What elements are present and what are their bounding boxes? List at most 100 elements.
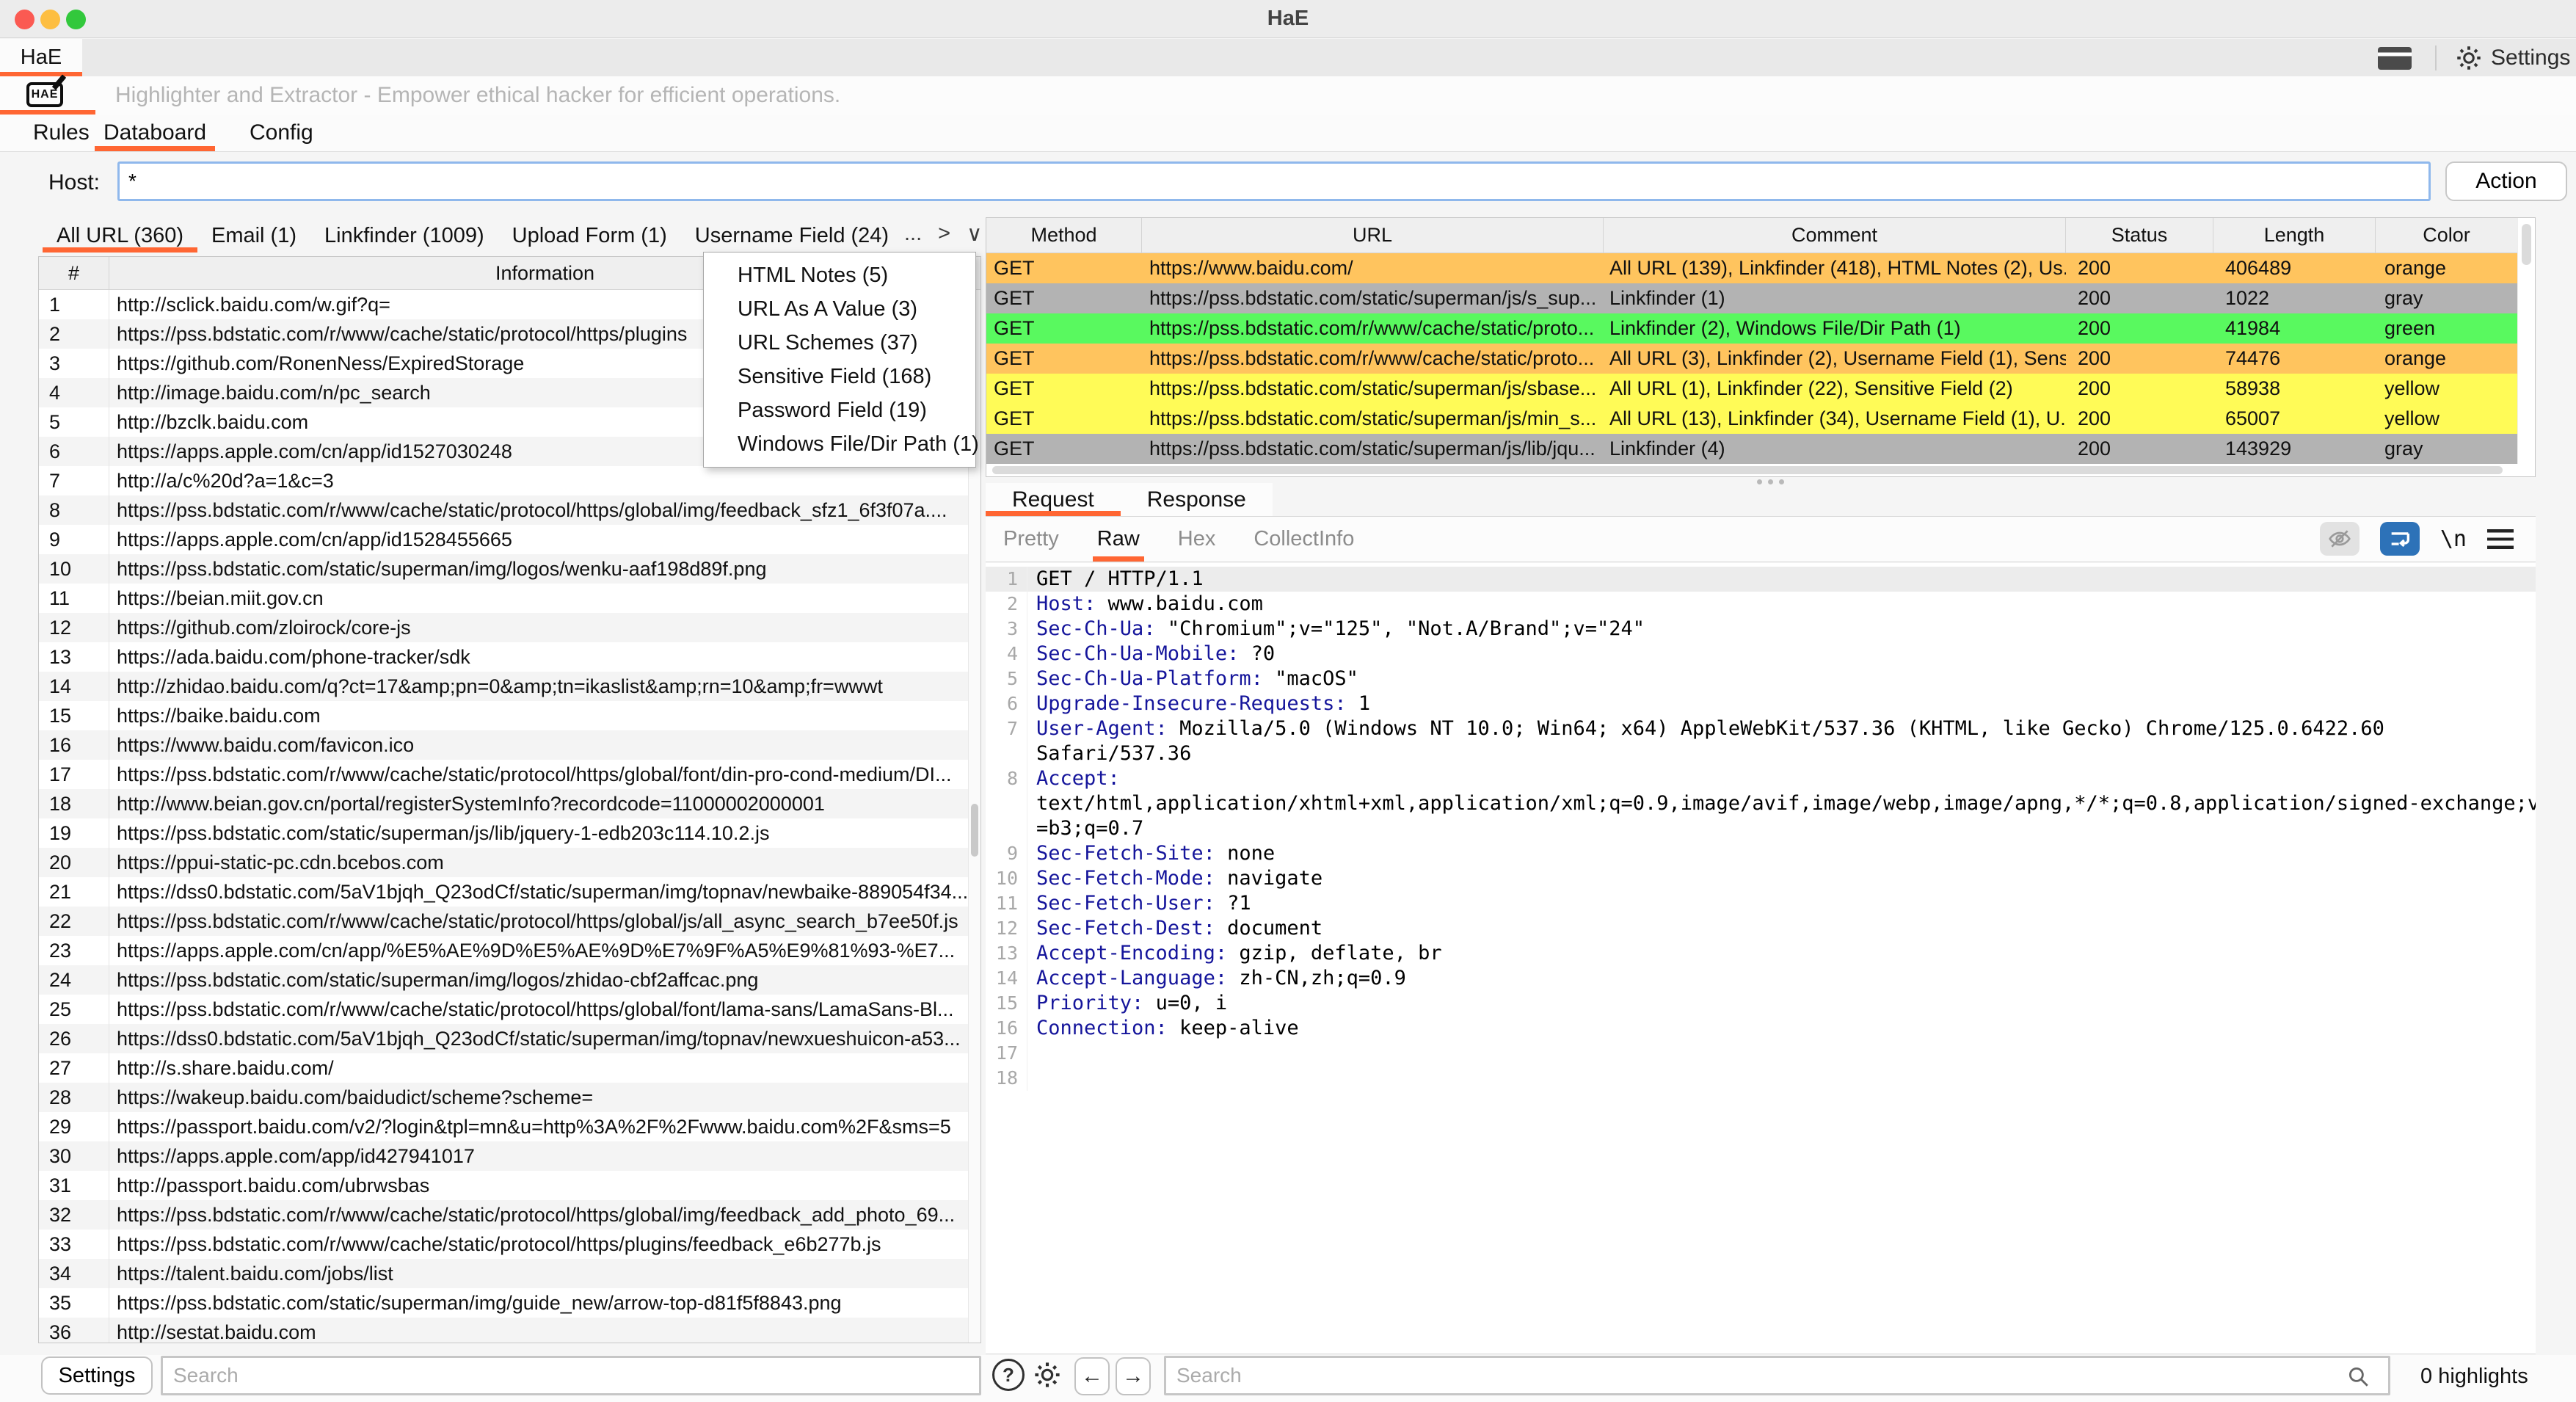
table-row[interactable]: 30https://apps.apple.com/app/id427941017 [39,1141,980,1171]
table-row[interactable]: GEThttps://pss.bdstatic.com/static/super… [986,434,2535,464]
tab-hex[interactable]: Hex [1174,517,1220,562]
cell-color: yellow [2376,374,2517,404]
column-header-status[interactable]: Status [2066,218,2213,253]
host-input[interactable] [117,161,2431,201]
tab-collectinfo[interactable]: CollectInfo [1249,517,1358,562]
left-tab[interactable]: Upload Form (1) [498,219,681,253]
layout-icon[interactable] [2378,47,2412,70]
scrollbar-thumb[interactable] [2522,224,2531,265]
table-row[interactable]: 22https://pss.bdstatic.com/r/www/cache/s… [39,907,980,936]
column-header-method[interactable]: Method [986,218,1142,253]
table-row[interactable]: 21https://dss0.bdstatic.com/5aV1bjqh_Q23… [39,877,980,907]
action-button[interactable]: Action [2445,161,2567,201]
table-row[interactable]: 14http://zhidao.baidu.com/q?ct=17&amp;pn… [39,672,980,701]
traffic-table-vscrollbar[interactable] [2517,218,2535,464]
row-url: http://www.beian.gov.cn/portal/registerS… [109,789,980,818]
table-row[interactable]: 11https://beian.miit.gov.cn [39,584,980,613]
next-match-button[interactable]: → [1116,1357,1151,1395]
code-line: Safari/537.36 [986,741,2536,766]
table-row[interactable]: 20https://ppui-static-pc.cdn.bcebos.com [39,848,980,877]
help-button[interactable]: ? [992,1359,1025,1391]
table-row[interactable]: 17https://pss.bdstatic.com/r/www/cache/s… [39,760,980,789]
toggle-visibility-button[interactable] [2320,522,2359,556]
table-row[interactable]: 18http://www.beian.gov.cn/portal/registe… [39,789,980,818]
overflow-dots[interactable]: ... [904,222,922,246]
editor-search-input[interactable] [1164,1356,2390,1395]
table-row[interactable]: 9https://apps.apple.com/cn/app/id1528455… [39,525,980,554]
dropdown-item[interactable]: HTML Notes (5) [704,258,975,292]
tab-raw[interactable]: Raw [1093,517,1144,562]
tab-config[interactable]: Config [250,115,313,151]
cell-color: green [2376,313,2517,344]
editor-menu-icon[interactable] [2487,529,2514,549]
table-row[interactable]: 33https://pss.bdstatic.com/r/www/cache/s… [39,1230,980,1259]
dropdown-item[interactable]: URL As A Value (3) [704,292,975,326]
settings-button[interactable]: Settings [2456,39,2570,76]
table-row[interactable]: 26https://dss0.bdstatic.com/5aV1bjqh_Q23… [39,1024,980,1053]
code-line: 9Sec-Fetch-Site: none [986,841,2536,866]
left-tab[interactable]: Email (1) [197,219,310,253]
previous-match-button[interactable]: ← [1074,1357,1110,1395]
table-row[interactable]: 28https://wakeup.baidu.com/baidudict/sch… [39,1083,980,1112]
table-row[interactable]: 31http://passport.baidu.com/ubrwsbas [39,1171,980,1200]
table-row[interactable]: GEThttps://pss.bdstatic.com/r/www/cache/… [986,313,2535,344]
table-row[interactable]: 12https://github.com/zloirock/core-js [39,613,980,642]
table-row[interactable]: 23https://apps.apple.com/cn/app/%E5%AE%9… [39,936,980,965]
header-name: Sec-Fetch-User: [1036,892,1215,915]
tab-pretty[interactable]: Pretty [999,517,1063,562]
row-index: 24 [39,965,109,995]
chevron-down-icon[interactable]: ∨ [967,221,982,247]
table-row[interactable]: 24https://pss.bdstatic.com/static/superm… [39,965,980,995]
table-row[interactable]: 35https://pss.bdstatic.com/static/superm… [39,1288,980,1318]
column-header-length[interactable]: Length [2213,218,2376,253]
eye-slash-icon [2326,527,2353,551]
left-tab[interactable]: All URL (360) [43,219,197,253]
dropdown-item[interactable]: Sensitive Field (168) [704,360,975,393]
table-row[interactable]: GEThttps://pss.bdstatic.com/static/super… [986,283,2535,313]
column-header-comment[interactable]: Comment [1604,218,2066,253]
left-search-input[interactable] [161,1356,981,1395]
table-row[interactable]: 19https://pss.bdstatic.com/static/superm… [39,818,980,848]
table-row[interactable]: GEThttps://pss.bdstatic.com/r/www/cache/… [986,344,2535,374]
table-row[interactable]: 13https://ada.baidu.com/phone-tracker/sd… [39,642,980,672]
row-url: https://www.baidu.com/favicon.ico [109,730,980,760]
table-row[interactable]: 34https://talent.baidu.com/jobs/list [39,1259,980,1288]
row-url: https://dss0.bdstatic.com/5aV1bjqh_Q23od… [109,877,980,907]
dropdown-item[interactable]: URL Schemes (37) [704,326,975,360]
tab-request[interactable]: Request [986,483,1121,516]
cell-url: https://pss.bdstatic.com/r/www/cache/sta… [1142,344,1604,374]
scrollbar-thumb[interactable] [971,804,978,857]
table-row[interactable]: 15https://baike.baidu.com [39,701,980,730]
table-row[interactable]: 29https://passport.baidu.com/v2/?login&t… [39,1112,980,1141]
table-row[interactable]: 8https://pss.bdstatic.com/r/www/cache/st… [39,495,980,525]
newline-toggle[interactable]: \n [2440,526,2467,552]
table-row[interactable]: GEThttps://pss.bdstatic.com/static/super… [986,374,2535,404]
table-row[interactable]: 36http://sestat.baidu.com [39,1318,980,1343]
column-header-color[interactable]: Color [2376,218,2517,253]
table-row[interactable]: GEThttps://www.baidu.com/All URL (139), … [986,253,2535,283]
request-editor[interactable]: 1GET / HTTP/1.12Host: www.baidu.com3Sec-… [986,563,2536,1354]
table-row[interactable]: 32https://pss.bdstatic.com/r/www/cache/s… [39,1200,980,1230]
table-row[interactable]: 7http://a/c%20d?a=1&c=3 [39,466,980,495]
tab-databoard[interactable]: Databoard [103,115,206,151]
editor-settings-button[interactable] [1029,1357,1066,1392]
scrollbar-thumb[interactable] [992,466,2503,474]
overflow-more-icon[interactable]: > [938,222,950,246]
traffic-table-hscrollbar[interactable] [986,464,2517,476]
table-row[interactable]: 16https://www.baidu.com/favicon.ico [39,730,980,760]
word-wrap-button[interactable] [2380,522,2420,556]
table-row[interactable]: 25https://pss.bdstatic.com/r/www/cache/s… [39,995,980,1024]
left-settings-button[interactable]: Settings [41,1356,153,1395]
dropdown-item[interactable]: Password Field (19) [704,393,975,427]
table-row[interactable]: 10https://pss.bdstatic.com/static/superm… [39,554,980,584]
left-tab[interactable]: Username Field (24) [681,219,903,253]
left-tab[interactable]: Linkfinder (1009) [310,219,498,253]
tab-hae[interactable]: HaE [0,39,82,76]
column-header-index[interactable]: # [39,257,109,289]
table-row[interactable]: GEThttps://pss.bdstatic.com/static/super… [986,404,2535,434]
column-header-url[interactable]: URL [1142,218,1604,253]
table-row[interactable]: 27http://s.share.baidu.com/ [39,1053,980,1083]
tab-rules[interactable]: Rules [33,115,90,151]
dropdown-item[interactable]: Windows File/Dir Path (1) [704,427,975,461]
tab-response[interactable]: Response [1121,483,1273,516]
